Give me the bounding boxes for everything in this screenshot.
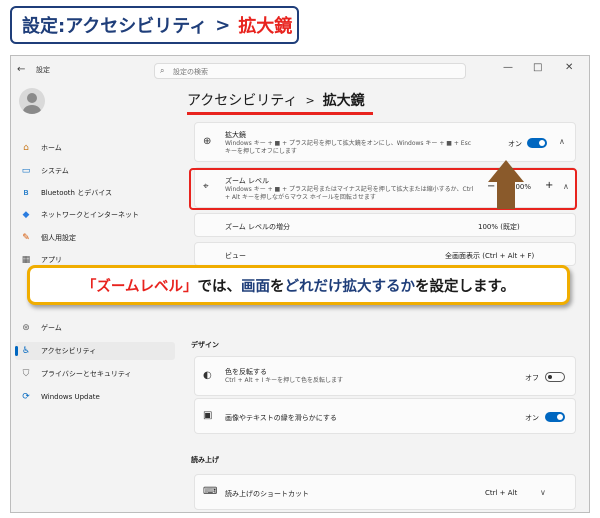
sidebar-item-label: Windows Update	[41, 393, 100, 401]
view-dropdown[interactable]: 全画面表示 (Ctrl + Alt + F)	[445, 251, 534, 261]
smooth-edges-setting: ▣ 画像やテキストの縁を滑らかにする オン	[194, 398, 576, 434]
callout-banner: 「ズームレベル」 では、 画面 を どれだけ拡大するか を設定します。	[27, 265, 570, 305]
callout-text: では、	[197, 278, 242, 295]
home-icon: ⌂	[23, 143, 29, 153]
reading-shortcut-title: 読み上げのショートカット	[225, 490, 309, 498]
invert-colors-state-label: オフ	[525, 374, 539, 382]
page-title-section: 設定:アクセシビリティ	[22, 16, 208, 37]
sidebar-item-accessibility[interactable]: ♿ アクセシビリティ	[15, 342, 175, 360]
update-icon: ⟳	[22, 392, 30, 402]
magnifier-description: Windows キー + ■ + プラス記号を押して拡大鏡をオンにし、Windo…	[225, 140, 472, 155]
magnifier-icon: ⊕	[203, 136, 212, 147]
app-title: 設定	[36, 66, 50, 74]
invert-colors-setting: ◐ 色を反転する Ctrl + Alt + I キーを押して色を反転します オフ	[194, 356, 576, 396]
chevron-up-icon[interactable]: ∧	[559, 137, 565, 146]
title-bar: ← 設定 ⌕ 設定の検索 — □ ✕	[11, 56, 589, 84]
zoom-increment-title: ズーム レベルの増分	[225, 223, 291, 231]
invert-colors-title: 色を反転する	[225, 368, 267, 376]
smooth-edges-title: 画像やテキストの縁を滑らかにする	[225, 414, 337, 422]
image-icon: ▣	[203, 410, 213, 421]
view-setting: ビュー 全画面表示 (Ctrl + Alt + F)	[194, 242, 576, 266]
smooth-edges-toggle[interactable]	[545, 412, 565, 422]
monitor-icon: ▭	[21, 166, 31, 176]
search-input[interactable]: ⌕ 設定の検索	[154, 63, 466, 79]
sidebar-item-label: アプリ	[41, 256, 62, 264]
sidebar-item-label: システム	[41, 167, 69, 175]
sidebar-item-gaming[interactable]: ⊛ ゲーム	[15, 319, 175, 337]
gamepad-icon: ⊛	[22, 323, 30, 333]
zoom-increment-dropdown[interactable]: 100% (既定)	[478, 222, 520, 232]
back-arrow-icon[interactable]: ←	[17, 64, 25, 75]
callout-emphasis: 画面	[241, 278, 270, 295]
magnifier-toggle[interactable]	[527, 138, 547, 148]
sidebar-item-system[interactable]: ▭ システム	[15, 162, 175, 180]
brush-icon: ✎	[22, 233, 30, 243]
chevron-down-icon[interactable]: ∨	[540, 488, 546, 497]
breadcrumb-parent[interactable]: アクセシビリティ	[187, 90, 297, 110]
sidebar-item-personalization[interactable]: ✎ 個人用設定	[15, 229, 175, 247]
magnifier-setting[interactable]: ⊕ 拡大鏡 Windows キー + ■ + プラス記号を押して拡大鏡をオンにし…	[194, 122, 576, 162]
callout-keyword: 「ズームレベル」	[81, 278, 198, 295]
breadcrumb-current: 拡大鏡	[322, 93, 365, 109]
close-icon[interactable]: ✕	[565, 62, 573, 73]
sidebar-item-network[interactable]: ◆ ネットワークとインターネット	[15, 206, 175, 224]
view-title: ビュー	[225, 252, 246, 260]
callout-text: を設定します。	[415, 278, 516, 295]
sidebar-item-label: Bluetooth とデバイス	[41, 189, 112, 197]
sidebar-item-privacy[interactable]: ⛉ プライバシーとセキュリティ	[15, 365, 175, 383]
invert-colors-description: Ctrl + Alt + I キーを押して色を反転します	[225, 377, 343, 384]
search-placeholder: 設定の検索	[173, 68, 208, 76]
magnifier-state-label: オン	[508, 140, 522, 148]
breadcrumb-highlight	[187, 112, 373, 115]
callout-emphasis: どれだけ拡大するか	[284, 278, 416, 295]
minimize-icon[interactable]: —	[503, 62, 513, 73]
sidebar-item-home[interactable]: ⌂ ホーム	[15, 139, 175, 157]
sidebar-item-label: ゲーム	[41, 324, 62, 332]
sidebar-item-label: プライバシーとセキュリティ	[41, 370, 132, 378]
magnifier-title: 拡大鏡	[225, 131, 246, 139]
page-title: 設定:アクセシビリティ > 拡大鏡	[10, 6, 299, 44]
maximize-icon[interactable]: □	[533, 62, 542, 73]
accessibility-icon: ♿	[21, 346, 31, 356]
shield-icon: ⛉	[22, 369, 30, 379]
page-title-page: 拡大鏡	[238, 16, 293, 37]
breadcrumb-separator: >	[305, 93, 315, 107]
reading-shortcut-setting: ⌨ 読み上げのショートカット Ctrl + Alt ∨	[194, 474, 576, 510]
sidebar-item-label: ホーム	[41, 144, 62, 152]
zoom-increment-setting: ズーム レベルの増分 100% (既定)	[194, 213, 576, 237]
sidebar-item-label: ネットワークとインターネット	[41, 211, 139, 219]
section-reading: 読み上げ	[191, 456, 219, 464]
avatar[interactable]	[19, 88, 45, 114]
invert-colors-icon: ◐	[203, 370, 212, 381]
search-icon: ⌕	[160, 66, 165, 75]
reading-shortcut-dropdown[interactable]: Ctrl + Alt	[485, 489, 517, 497]
sidebar-item-windows-update[interactable]: ⟳ Windows Update	[15, 388, 175, 406]
invert-colors-toggle[interactable]	[545, 372, 565, 382]
section-design: デザイン	[191, 341, 219, 349]
smooth-edges-state-label: オン	[525, 414, 539, 422]
breadcrumb: アクセシビリティ > 拡大鏡	[187, 88, 365, 112]
up-arrow-icon	[488, 160, 524, 182]
sidebar-item-label: 個人用設定	[41, 234, 76, 242]
wifi-icon: ◆	[22, 210, 30, 220]
bluetooth-icon: ʙ	[23, 188, 29, 198]
sidebar-item-label: アクセシビリティ	[41, 347, 97, 355]
keyboard-icon: ⌨	[203, 486, 218, 497]
page-title-separator: >	[215, 14, 231, 36]
callout-text: を	[270, 278, 285, 295]
sidebar-item-bluetooth[interactable]: ʙ Bluetooth とデバイス	[15, 184, 175, 202]
up-arrow-shaft	[497, 181, 515, 209]
